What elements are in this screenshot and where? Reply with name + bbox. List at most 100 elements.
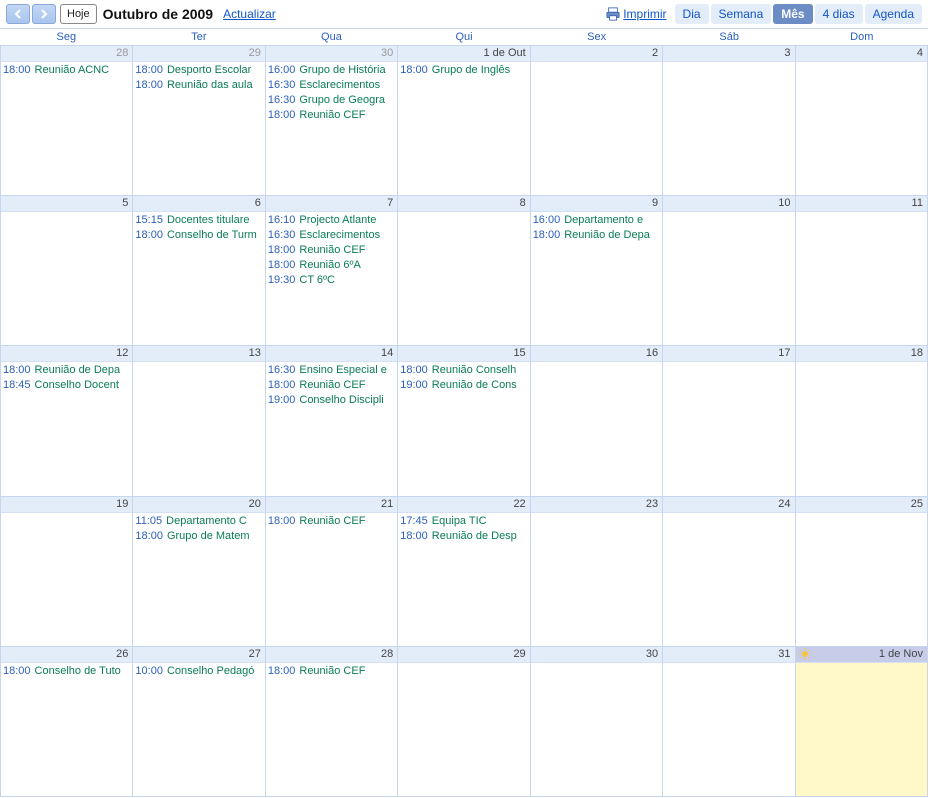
day-number[interactable]: 26	[1, 647, 132, 663]
day-number[interactable]: 29	[398, 647, 529, 663]
calendar-event[interactable]: 19:00Conselho Discipli	[268, 393, 395, 408]
day-number[interactable]: 17	[663, 346, 794, 362]
day-cell[interactable]: 615:15Docentes titulare18:00Conselho de …	[133, 196, 265, 346]
day-cell[interactable]: 4	[796, 46, 928, 196]
day-cell[interactable]: 2118:00Reunião CEF	[266, 497, 398, 647]
day-number[interactable]: 11	[796, 196, 927, 212]
day-number[interactable]: 28	[266, 647, 397, 663]
day-number[interactable]: 5	[1, 196, 132, 212]
day-cell[interactable]: 8	[398, 196, 530, 346]
day-cell[interactable]: 1 de Out18:00Grupo de Inglês	[398, 46, 530, 196]
day-cell[interactable]: 2	[531, 46, 663, 196]
day-number[interactable]: 31	[663, 647, 794, 663]
day-number[interactable]: 8	[398, 196, 529, 212]
calendar-event[interactable]: 18:00Reunião de Depa	[3, 363, 130, 378]
day-number[interactable]: 24	[663, 497, 794, 513]
day-cell[interactable]: 16	[531, 346, 663, 496]
day-number[interactable]: 3	[663, 46, 794, 62]
calendar-event[interactable]: 18:00Grupo de Matem	[135, 529, 262, 544]
refresh-link[interactable]: Actualizar	[223, 7, 276, 21]
day-cell[interactable]: 11	[796, 196, 928, 346]
day-cell[interactable]: 5	[1, 196, 133, 346]
calendar-event[interactable]: 18:00Reunião CEF	[268, 243, 395, 258]
day-number[interactable]: 30	[266, 46, 397, 62]
day-number[interactable]: 4	[796, 46, 927, 62]
day-number[interactable]: 20	[133, 497, 264, 513]
calendar-event[interactable]: 18:00Reunião de Depa	[533, 228, 660, 243]
calendar-event[interactable]: 15:15Docentes titulare	[135, 213, 262, 228]
day-cell[interactable]: 2618:00Conselho de Tuto	[1, 647, 133, 797]
day-number[interactable]: 18	[796, 346, 927, 362]
day-cell[interactable]: 24	[663, 497, 795, 647]
day-cell[interactable]: 3016:00Grupo de História16:30Esclarecime…	[266, 46, 398, 196]
day-number[interactable]: 28	[1, 46, 132, 62]
calendar-event[interactable]: 16:30Grupo de Geogra	[268, 93, 395, 108]
view-tab-dia[interactable]: Dia	[675, 4, 709, 24]
day-cell[interactable]: 31	[663, 647, 795, 797]
next-month-button[interactable]	[32, 4, 56, 24]
day-number[interactable]: 16	[531, 346, 662, 362]
day-number[interactable]: 15	[398, 346, 529, 362]
day-number[interactable]: 9	[531, 196, 662, 212]
day-cell[interactable]: 716:10Projecto Atlante16:30Esclareciment…	[266, 196, 398, 346]
calendar-event[interactable]: 11:05Departamento C	[135, 514, 262, 529]
day-cell[interactable]: 2818:00Reunião ACNC	[1, 46, 133, 196]
calendar-event[interactable]: 17:45Equipa TIC	[400, 514, 527, 529]
day-cell[interactable]: 1218:00Reunião de Depa18:45Conselho Doce…	[1, 346, 133, 496]
day-number[interactable]: 2	[531, 46, 662, 62]
calendar-event[interactable]: 18:00Desporto Escolar	[135, 63, 262, 78]
today-button[interactable]: Hoje	[60, 4, 97, 24]
view-tab-mes[interactable]: Mês	[773, 4, 812, 24]
calendar-event[interactable]: 19:00Reunião de Cons	[400, 378, 527, 393]
day-cell[interactable]: 19	[1, 497, 133, 647]
day-cell[interactable]: 30	[531, 647, 663, 797]
day-number[interactable]: 1 de Nov	[796, 647, 927, 663]
calendar-event[interactable]: 18:00Reunião CEF	[268, 664, 395, 679]
calendar-event[interactable]: 18:00Grupo de Inglês	[400, 63, 527, 78]
calendar-event[interactable]: 16:30Esclarecimentos	[268, 78, 395, 93]
print-button[interactable]: Imprimir	[606, 7, 666, 21]
day-number[interactable]: 10	[663, 196, 794, 212]
day-cell[interactable]: 17	[663, 346, 795, 496]
calendar-event[interactable]: 18:00Conselho de Tuto	[3, 664, 130, 679]
day-number[interactable]: 25	[796, 497, 927, 513]
day-cell[interactable]: 13	[133, 346, 265, 496]
day-number[interactable]: 27	[133, 647, 264, 663]
calendar-event[interactable]: 18:00Reunião ACNC	[3, 63, 130, 78]
day-number[interactable]: 13	[133, 346, 264, 362]
prev-month-button[interactable]	[6, 4, 30, 24]
calendar-event[interactable]: 19:30CT 6ºC	[268, 273, 395, 288]
day-cell[interactable]: 2710:00Conselho Pedagó	[133, 647, 265, 797]
day-cell[interactable]: 1416:30Ensino Especial e18:00Reunião CEF…	[266, 346, 398, 496]
day-number[interactable]: 21	[266, 497, 397, 513]
day-cell[interactable]: 25	[796, 497, 928, 647]
calendar-event[interactable]: 18:00Reunião CEF	[268, 378, 395, 393]
day-cell[interactable]: 2217:45Equipa TIC18:00Reunião de Desp	[398, 497, 530, 647]
view-tab-4dias[interactable]: 4 dias	[815, 4, 863, 24]
day-cell[interactable]: 2918:00Desporto Escolar18:00Reunião das …	[133, 46, 265, 196]
day-cell[interactable]: 18	[796, 346, 928, 496]
day-cell[interactable]: 2011:05Departamento C18:00Grupo de Matem	[133, 497, 265, 647]
day-number[interactable]: 6	[133, 196, 264, 212]
calendar-event[interactable]: 18:00Reunião 6ºA	[268, 258, 395, 273]
calendar-event[interactable]: 16:00Departamento e	[533, 213, 660, 228]
calendar-event[interactable]: 10:00Conselho Pedagó	[135, 664, 262, 679]
view-tab-agenda[interactable]: Agenda	[865, 4, 922, 24]
calendar-event[interactable]: 18:00Reunião das aula	[135, 78, 262, 93]
calendar-event[interactable]: 18:00Reunião Conselh	[400, 363, 527, 378]
day-cell[interactable]: 23	[531, 497, 663, 647]
day-cell[interactable]: 3	[663, 46, 795, 196]
day-cell[interactable]: 1 de Nov	[796, 647, 928, 797]
calendar-event[interactable]: 16:00Grupo de História	[268, 63, 395, 78]
day-number[interactable]: 23	[531, 497, 662, 513]
day-number[interactable]: 7	[266, 196, 397, 212]
day-number[interactable]: 14	[266, 346, 397, 362]
calendar-event[interactable]: 18:00Reunião CEF	[268, 108, 395, 123]
calendar-event[interactable]: 16:30Esclarecimentos	[268, 228, 395, 243]
calendar-event[interactable]: 16:10Projecto Atlante	[268, 213, 395, 228]
calendar-event[interactable]: 18:45Conselho Docent	[3, 378, 130, 393]
day-cell[interactable]: 10	[663, 196, 795, 346]
calendar-event[interactable]: 16:30Ensino Especial e	[268, 363, 395, 378]
calendar-event[interactable]: 18:00Conselho de Turm	[135, 228, 262, 243]
day-cell[interactable]: 29	[398, 647, 530, 797]
